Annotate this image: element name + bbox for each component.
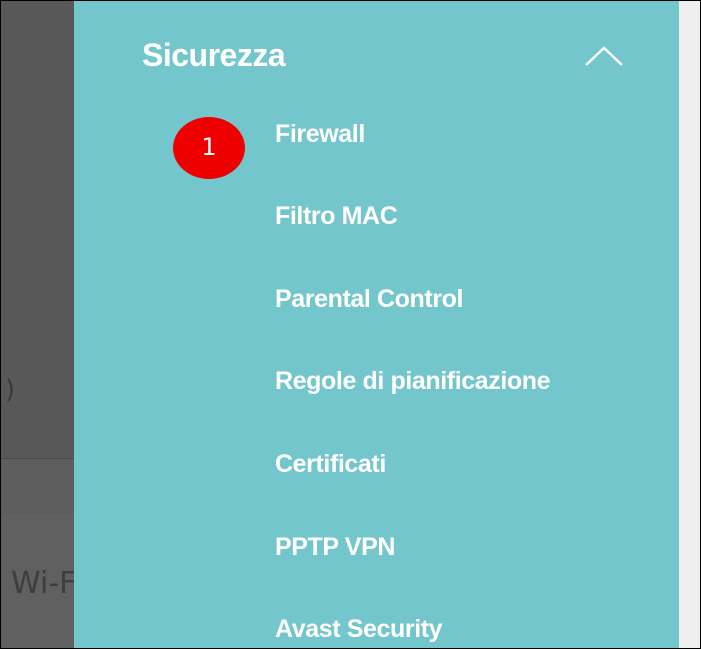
menu-item-avast-security[interactable]: Avast Security [275,615,443,644]
background-partial-text: ) [5,375,16,405]
menu-item-mac-filter[interactable]: Filtro MAC [275,202,398,231]
step-number-badge: 1 [173,117,245,179]
background-divider-row [1,458,74,515]
chevron-up-icon[interactable] [584,45,624,67]
background-wifi-label: Wi-F [11,566,77,601]
menu-item-schedule-rules[interactable]: Regole di pianificazione [275,367,551,396]
menu-section-title[interactable]: Sicurezza [142,37,286,74]
screenshot-frame: ) Wi-F Sicurezza Firewall Filtro MAC Par… [0,0,701,649]
menu-item-certificates[interactable]: Certificati [275,450,386,479]
security-menu-panel: Sicurezza Firewall Filtro MAC Parental C… [74,1,679,648]
menu-item-pptp-vpn[interactable]: PPTP VPN [275,533,395,562]
menu-item-firewall[interactable]: Firewall [275,120,365,149]
menu-item-parental-control[interactable]: Parental Control [275,285,463,314]
background-page: ) Wi-F [1,1,77,648]
background-right-area [679,1,700,648]
